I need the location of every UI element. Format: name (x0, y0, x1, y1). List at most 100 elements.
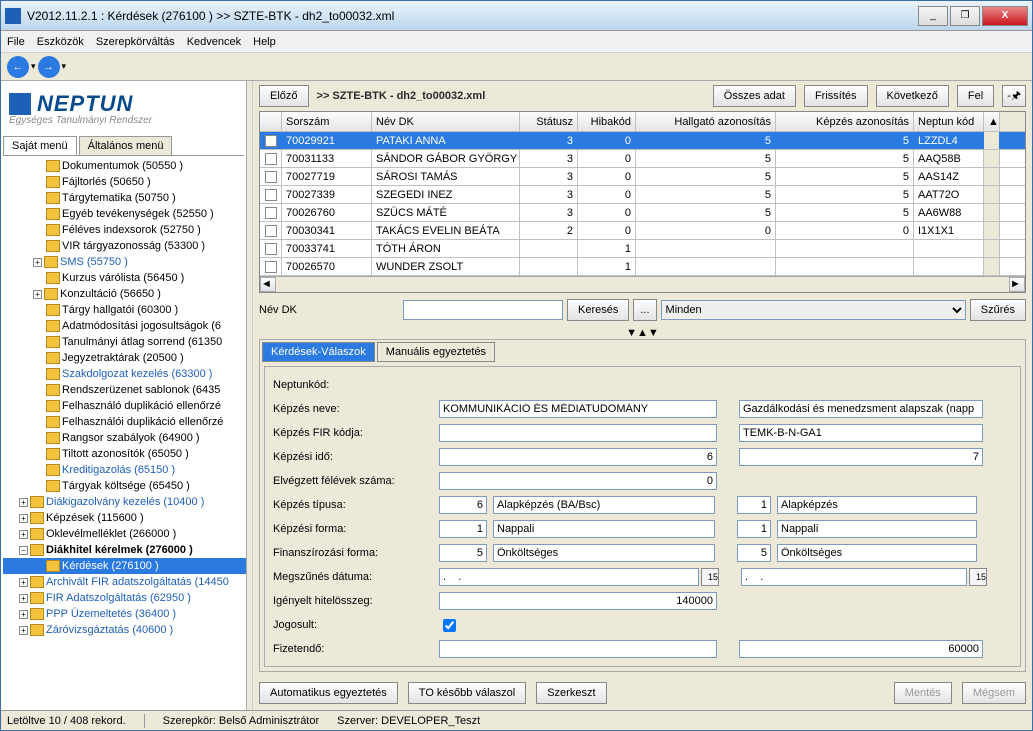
table-row[interactable]: 70030341TAKÁCS EVELIN BEÁTA2000I1X1X1 (260, 222, 1025, 240)
col-sorszam[interactable]: Sorszám (282, 112, 372, 131)
search-button[interactable]: Keresés (567, 299, 629, 321)
menu-rolechange[interactable]: Szerepkörváltás (96, 36, 175, 48)
field-megszun-2[interactable] (741, 568, 967, 586)
save-button[interactable]: Mentés (894, 682, 952, 704)
nav-back-icon[interactable]: ← (7, 56, 29, 78)
filter-select[interactable]: Minden (661, 300, 966, 320)
tree-item[interactable]: Felhasználó duplikáció ellenőrzé (3, 398, 246, 414)
menu-favorites[interactable]: Kedvencek (187, 36, 241, 48)
tree-item[interactable]: Rendszerüzenet sablonok (6435 (3, 382, 246, 398)
tree-item[interactable]: +Oklevélmelléklet (266000 ) (3, 526, 246, 542)
tree-toggle-icon[interactable]: + (19, 626, 28, 635)
tree-item[interactable]: +Archivált FIR adatszolgáltatás (14450 (3, 574, 246, 590)
prev-button[interactable]: Előző (259, 85, 309, 107)
field-ido-1[interactable] (439, 448, 717, 466)
field-fin-c1[interactable] (439, 544, 487, 562)
field-kepzes-neve-1[interactable] (439, 400, 717, 418)
tree-toggle-icon[interactable]: + (33, 290, 42, 299)
field-tipus-c1[interactable] (439, 496, 487, 514)
tree-item[interactable]: Tárgyak költsége (65450 ) (3, 478, 246, 494)
field-tipus-t1[interactable] (493, 496, 715, 514)
tree-item[interactable]: Kérdések (276100 ) (3, 558, 246, 574)
row-checkbox[interactable] (265, 189, 277, 201)
tree-item[interactable]: +Záróvizsgáztatás (40600 ) (3, 622, 246, 638)
field-fin-t1[interactable] (493, 544, 715, 562)
field-fizetendo-1[interactable] (439, 640, 717, 658)
table-row[interactable]: 70031133SÁNDOR GÁBOR GYÖRGY3055AAQ58B (260, 150, 1025, 168)
tree-item[interactable]: Egyéb tevékenységek (52550 ) (3, 206, 246, 222)
menu-file[interactable]: File (7, 36, 25, 48)
field-fir-1[interactable] (439, 424, 717, 442)
filter-input[interactable] (403, 300, 563, 320)
data-grid[interactable]: Sorszám Név DK Státusz Hibakód Hallgató … (259, 111, 1026, 293)
tree-item[interactable]: Tanulmányi átlag sorrend (61350 (3, 334, 246, 350)
pin-button[interactable]: -🖈 (1002, 85, 1026, 107)
row-checkbox[interactable] (265, 153, 277, 165)
maximize-button[interactable]: ❐ (950, 6, 980, 26)
tree-item[interactable]: +Képzések (115600 ) (3, 510, 246, 526)
tree-item[interactable]: Féléves indexsorok (52750 ) (3, 222, 246, 238)
tree-item[interactable]: +FIR Adatszolgáltatás (62950 ) (3, 590, 246, 606)
cancel-button[interactable]: Mégsem (962, 682, 1026, 704)
horizontal-scrollbar[interactable]: ◄► (260, 276, 1025, 292)
tree-item[interactable]: +Diákigazolvány kezelés (10400 ) (3, 494, 246, 510)
field-felev-1[interactable] (439, 472, 717, 490)
tree-toggle-icon[interactable]: + (19, 594, 28, 603)
tree-item[interactable]: Tárgytematika (50750 ) (3, 190, 246, 206)
table-row[interactable]: 70026570WUNDER ZSOLT1 (260, 258, 1025, 276)
calendar-icon-2[interactable]: 15 (969, 568, 987, 586)
col-nev[interactable]: Név DK (372, 112, 520, 131)
next-button[interactable]: Következő (876, 85, 949, 107)
tree-item[interactable]: Szakdolgozat kezelés (63300 ) (3, 366, 246, 382)
collapse-toggle-icon[interactable]: ▼▲▼ (253, 327, 1032, 339)
table-row[interactable]: 70027719SÁROSI TAMÁS3055AAS14Z (260, 168, 1025, 186)
col-neptunkod[interactable]: Neptun kód (914, 112, 984, 131)
field-fizetendo-2[interactable] (739, 640, 983, 658)
field-ido-2[interactable] (739, 448, 983, 466)
row-checkbox[interactable] (265, 171, 277, 183)
all-data-button[interactable]: Összes adat (713, 85, 796, 107)
table-row[interactable]: 70026760SZÜCS MÁTÉ3055AA6W88 (260, 204, 1025, 222)
close-button[interactable]: X (982, 6, 1028, 26)
field-forma-c1[interactable] (439, 520, 487, 538)
field-forma-c2[interactable] (737, 520, 771, 538)
tab-general-menu[interactable]: Általános menü (79, 136, 173, 155)
menu-tools[interactable]: Eszközök (37, 36, 84, 48)
col-hallgato[interactable]: Hallgató azonosítás (636, 112, 776, 131)
row-checkbox[interactable] (265, 207, 277, 219)
field-tipus-t2[interactable] (777, 496, 977, 514)
row-checkbox[interactable] (265, 225, 277, 237)
tab-own-menu[interactable]: Saját menü (3, 136, 77, 155)
checkbox-jogosult[interactable] (443, 619, 456, 632)
tree-toggle-icon[interactable]: + (19, 498, 28, 507)
table-row[interactable]: 70033741TÓTH ÁRON1 (260, 240, 1025, 258)
tree-item[interactable]: Felhasználói duplikáció ellenőrzé (3, 414, 246, 430)
scroll-up-icon[interactable]: ▲ (984, 112, 1000, 131)
field-kepzes-neve-2[interactable] (739, 400, 983, 418)
tree-item[interactable]: VIR tárgyazonosság (53300 ) (3, 238, 246, 254)
up-button[interactable]: Fel (957, 85, 994, 107)
tree-item[interactable]: Dokumentumok (50550 ) (3, 158, 246, 174)
tree-item[interactable]: −Diákhitel kérelmek (276000 ) (3, 542, 246, 558)
field-hitel[interactable] (439, 592, 717, 610)
col-kepzes[interactable]: Képzés azonosítás (776, 112, 914, 131)
tree-toggle-icon[interactable]: + (19, 530, 28, 539)
tree-item[interactable]: Kreditigazolás (65150 ) (3, 462, 246, 478)
field-fin-t2[interactable] (777, 544, 977, 562)
tree-item[interactable]: Fájltorlés (50650 ) (3, 174, 246, 190)
menu-help[interactable]: Help (253, 36, 276, 48)
tab-manual-match[interactable]: Manuális egyeztetés (377, 342, 495, 362)
table-row[interactable]: 70027339SZEGEDI INEZ3055AAT72O (260, 186, 1025, 204)
tree-item[interactable]: +Konzultáció (56650 ) (3, 286, 246, 302)
tree-toggle-icon[interactable]: − (19, 546, 28, 555)
tree-item[interactable]: Kurzus várólista (56450 ) (3, 270, 246, 286)
field-fir-2[interactable] (739, 424, 983, 442)
row-checkbox[interactable] (265, 243, 277, 255)
refresh-button[interactable]: Frissítés (804, 85, 868, 107)
nav-tree[interactable]: Dokumentumok (50550 )Fájltorlés (50650 )… (1, 156, 246, 710)
search-options-button[interactable]: ... (633, 299, 656, 321)
field-forma-t1[interactable] (493, 520, 715, 538)
filter-button[interactable]: Szűrés (970, 299, 1026, 321)
field-megszun-1[interactable] (439, 568, 699, 586)
tree-toggle-icon[interactable]: + (19, 514, 28, 523)
